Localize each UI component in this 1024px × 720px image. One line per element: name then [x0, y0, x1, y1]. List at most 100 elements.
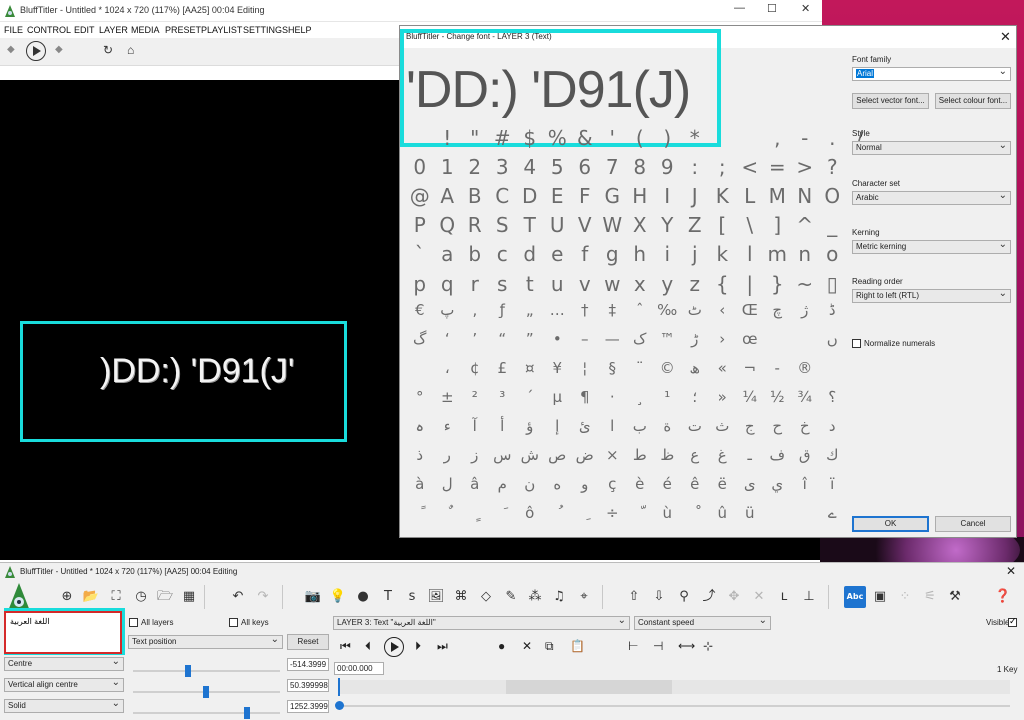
charmap-cell[interactable]: ' [599, 126, 627, 150]
charmap-cell[interactable]: k [709, 242, 737, 266]
slider-z-track[interactable] [133, 712, 280, 714]
charmap-cell[interactable]: u [544, 272, 572, 296]
shrink-icon[interactable]: ⊹ [703, 639, 713, 653]
charmap-cell[interactable]: « [709, 359, 737, 377]
charmap-cell[interactable]: 8 [626, 155, 654, 179]
select-vector-font-button[interactable]: Select vector font... [852, 93, 929, 109]
plugin-icon[interactable]: ⌖ [575, 588, 593, 606]
slider-x-track[interactable] [133, 670, 280, 672]
charmap-cell[interactable]: ™ [654, 330, 682, 348]
slider-z-thumb[interactable] [244, 707, 250, 719]
charmap-cell[interactable]: · [599, 388, 627, 406]
charmap-cell[interactable]: ô [516, 504, 544, 522]
charmap-cell[interactable]: ! [434, 126, 462, 150]
picture-edit-icon[interactable]: ▣ [871, 588, 889, 606]
charmap-cell[interactable]: 9 [654, 155, 682, 179]
charmap-cell[interactable]: W [599, 213, 627, 237]
charmap-cell[interactable]: گ [406, 330, 434, 348]
charmap-cell[interactable]: } [764, 272, 792, 296]
charmap-cell[interactable]: ئ [571, 417, 599, 435]
charmap-cell[interactable]: ^ [791, 213, 819, 237]
refresh-icon[interactable]: ↻ [103, 43, 113, 57]
reading-order-select[interactable]: Right to left (RTL) [852, 288, 1011, 303]
charmap-cell[interactable]: × [599, 446, 627, 464]
charmap-cell[interactable]: 6 [571, 155, 599, 179]
value-x-input[interactable]: -514.3999 [287, 658, 329, 671]
draw-icon[interactable]: ✎ [502, 588, 520, 606]
add-key-icon[interactable]: ● [498, 639, 505, 653]
copy-key-icon[interactable]: ⧉ [545, 639, 554, 654]
charmap-cell[interactable]: Q [434, 213, 462, 237]
charmap-cell[interactable]: ى [736, 475, 764, 493]
charmap-cell[interactable]: i [654, 242, 682, 266]
charmap-cell[interactable]: T [516, 213, 544, 237]
charmap-cell[interactable]: ¶ [571, 388, 599, 406]
charmap-cell[interactable]: ¢ [461, 359, 489, 377]
charmap-cell[interactable]: ´ [516, 388, 544, 406]
charmap-cell[interactable]: V [571, 213, 599, 237]
next-key-icon[interactable]: ⏵ [415, 639, 421, 654]
charmap-cell[interactable]: ½ [764, 388, 792, 406]
charmap-cell[interactable]: ÷ [599, 504, 627, 522]
charmap-cell[interactable]: ü [736, 504, 764, 522]
charmap-cell[interactable]: 0 [406, 155, 434, 179]
vertical-anchor-select[interactable]: Vertical align centre [4, 677, 124, 692]
layer-down-icon[interactable]: ⇩ [650, 588, 668, 606]
charmap-cell[interactable]: œ [736, 330, 764, 348]
time-input[interactable]: 00:00.000 [334, 662, 384, 675]
charmap-cell[interactable]: % [544, 126, 572, 150]
nodes-icon[interactable]: ⁘ [896, 588, 914, 606]
charmap-cell[interactable]: ث [709, 417, 737, 435]
charmap-cell[interactable]: - [791, 126, 819, 150]
maximize-icon[interactable]: ☐ [767, 2, 777, 15]
charmap-cell[interactable]: ؛ [681, 388, 709, 406]
charmap-cell[interactable]: ³ [489, 388, 517, 406]
charmap-cell[interactable]: ِ [571, 504, 599, 522]
charmap-cell[interactable]: j [681, 242, 709, 266]
charmap-cell[interactable]: X [626, 213, 654, 237]
charmap-cell[interactable]: y [654, 272, 682, 296]
charmap-cell[interactable]: © [654, 359, 682, 377]
clock-icon[interactable]: ◷ [132, 588, 150, 606]
charmap-cell[interactable]: F [571, 184, 599, 208]
charmap-cell[interactable]: & [571, 126, 599, 150]
shape-icon[interactable]: ● [354, 588, 372, 606]
timeline-play-icon[interactable] [384, 637, 404, 657]
charmap-cell[interactable]: ° [406, 388, 434, 406]
charmap-cell[interactable]: ژ [791, 301, 819, 319]
delete-key-icon[interactable]: ✕ [522, 639, 532, 653]
slider-y-thumb[interactable] [203, 686, 209, 698]
menu-layer[interactable]: LAYER [99, 25, 128, 35]
charmap-cell[interactable]: — [599, 330, 627, 348]
charmap-cell[interactable]: n [791, 242, 819, 266]
wand-icon[interactable]: ⚒ [946, 588, 964, 606]
close-icon[interactable]: ✕ [801, 2, 810, 15]
charmap-cell[interactable]: N [791, 184, 819, 208]
charmap-cell[interactable]: Z [681, 213, 709, 237]
charmap-cell[interactable]: ] [764, 213, 792, 237]
charmap-cell[interactable]: ¹ [654, 388, 682, 406]
charmap-cell[interactable]: ط [626, 446, 654, 464]
charmap-cell[interactable]: ع [681, 446, 709, 464]
charmap-cell[interactable]: ن [516, 475, 544, 493]
cancel-button[interactable]: Cancel [935, 516, 1011, 532]
charmap-cell[interactable]: ق [791, 446, 819, 464]
menu-help[interactable]: HELP [288, 25, 312, 35]
layer-select[interactable]: LAYER 3: Text "اللغة العربية" [333, 615, 630, 630]
charmap-cell[interactable]: G [599, 184, 627, 208]
timeline-cursor[interactable] [338, 678, 340, 696]
charmap-cell[interactable]: ¬ [736, 359, 764, 377]
charmap-cell[interactable]: @ [406, 184, 434, 208]
charmap-cell[interactable]: ل [434, 475, 462, 493]
charmap-cell[interactable]: “ [489, 330, 517, 348]
charmap-cell[interactable]: ¤ [516, 359, 544, 377]
text-icon[interactable]: T [379, 588, 397, 606]
first-key-icon[interactable]: ⏮ [340, 639, 351, 654]
speed-select[interactable]: Constant speed [634, 615, 771, 630]
charmap-cell[interactable]: ذ [406, 446, 434, 464]
film-icon[interactable]: ▦ [180, 588, 198, 606]
charmap-cell[interactable]: ج [736, 417, 764, 435]
charmap-cell[interactable]: ¥ [544, 359, 572, 377]
charmap-cell[interactable]: J [681, 184, 709, 208]
charmap-cell[interactable]: ص [544, 446, 572, 464]
